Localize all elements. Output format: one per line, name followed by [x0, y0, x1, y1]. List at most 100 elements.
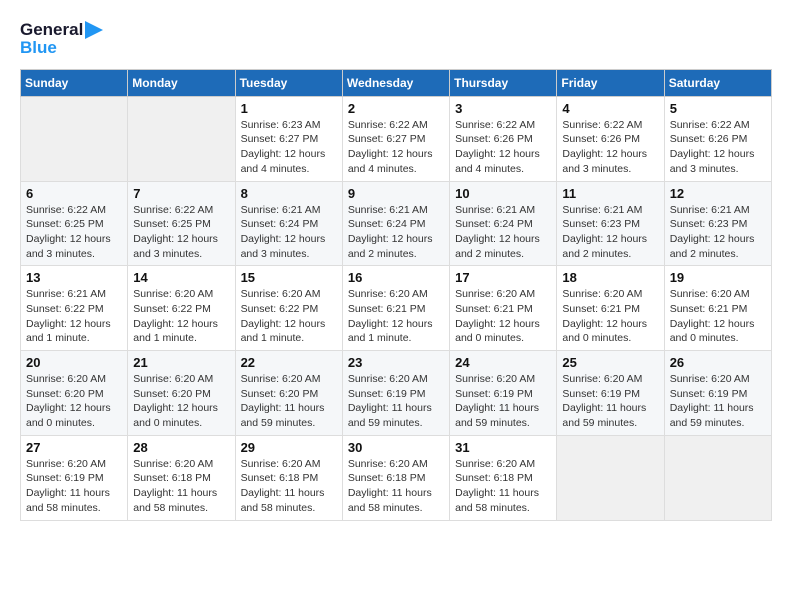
calendar-week-5: 27Sunrise: 6:20 AM Sunset: 6:19 PM Dayli…	[21, 435, 772, 520]
col-header-thursday: Thursday	[450, 69, 557, 96]
calendar-cell: 27Sunrise: 6:20 AM Sunset: 6:19 PM Dayli…	[21, 435, 128, 520]
day-info: Sunrise: 6:20 AM Sunset: 6:22 PM Dayligh…	[133, 287, 229, 346]
day-number: 27	[26, 440, 122, 455]
day-number: 4	[562, 101, 658, 116]
day-number: 19	[670, 270, 766, 285]
calendar-cell: 1 Sunrise: 6:23 AM Sunset: 6:27 PM Daylig…	[235, 96, 342, 181]
day-info: Sunrise: 6:21 AM Sunset: 6:23 PM Dayligh…	[670, 203, 766, 262]
day-number: 6	[26, 186, 122, 201]
calendar-cell: 6Sunrise: 6:22 AM Sunset: 6:25 PM Daylig…	[21, 181, 128, 266]
day-info: Sunrise: 6:20 AM Sunset: 6:19 PM Dayligh…	[670, 372, 766, 431]
day-info: Sunrise: 6:20 AM Sunset: 6:21 PM Dayligh…	[455, 287, 551, 346]
day-info: Sunrise: 6:22 AM Sunset: 6:25 PM Dayligh…	[133, 203, 229, 262]
calendar-cell	[21, 96, 128, 181]
calendar-week-3: 13 Sunrise: 6:21 AM Sunset: 6:22 PM Dayli…	[21, 266, 772, 351]
day-number: 18	[562, 270, 658, 285]
day-number: 11	[562, 186, 658, 201]
day-info: Sunrise: 6:20 AM Sunset: 6:19 PM Dayligh…	[562, 372, 658, 431]
calendar-cell	[664, 435, 771, 520]
day-number: 30	[348, 440, 444, 455]
calendar-cell: 10 Sunrise: 6:21 AM Sunset: 6:24 PM Dayli…	[450, 181, 557, 266]
day-number: 31	[455, 440, 551, 455]
day-number: 22	[241, 355, 337, 370]
calendar-cell: 11 Sunrise: 6:21 AM Sunset: 6:23 PM Dayli…	[557, 181, 664, 266]
col-header-saturday: Saturday	[664, 69, 771, 96]
day-number: 28	[133, 440, 229, 455]
day-info: Sunrise: 6:22 AM Sunset: 6:26 PM Dayligh…	[455, 118, 551, 177]
calendar-cell: 24Sunrise: 6:20 AM Sunset: 6:19 PM Dayli…	[450, 351, 557, 436]
day-info: Sunrise: 6:20 AM Sunset: 6:20 PM Dayligh…	[26, 372, 122, 431]
day-info: Sunrise: 6:21 AM Sunset: 6:23 PM Dayligh…	[562, 203, 658, 262]
day-info: Sunrise: 6:21 AM Sunset: 6:22 PM Dayligh…	[26, 287, 122, 346]
calendar-week-2: 6 Sunrise: 6:22 AM Sunset: 6:25 PM Daylig…	[21, 181, 772, 266]
calendar-cell: 26Sunrise: 6:20 AM Sunset: 6:19 PM Dayli…	[664, 351, 771, 436]
day-number: 9	[348, 186, 444, 201]
day-info: Sunrise: 6:20 AM Sunset: 6:18 PM Dayligh…	[455, 457, 551, 516]
day-info: Sunrise: 6:20 AM Sunset: 6:21 PM Dayligh…	[562, 287, 658, 346]
calendar-cell: 5 Sunrise: 6:22 AM Sunset: 6:26 PM Daylig…	[664, 96, 771, 181]
calendar-cell: 4 Sunrise: 6:22 AM Sunset: 6:26 PM Daylig…	[557, 96, 664, 181]
calendar-cell	[128, 96, 235, 181]
day-info: Sunrise: 6:21 AM Sunset: 6:24 PM Dayligh…	[348, 203, 444, 262]
col-header-tuesday: Tuesday	[235, 69, 342, 96]
day-info: Sunrise: 6:22 AM Sunset: 6:26 PM Dayligh…	[670, 118, 766, 177]
day-number: 8	[241, 186, 337, 201]
calendar-cell: 3 Sunrise: 6:22 AM Sunset: 6:26 PM Daylig…	[450, 96, 557, 181]
day-info: Sunrise: 6:20 AM Sunset: 6:22 PM Dayligh…	[241, 287, 337, 346]
day-number: 25	[562, 355, 658, 370]
calendar-cell: 18 Sunrise: 6:20 AM Sunset: 6:21 PM Dayli…	[557, 266, 664, 351]
calendar-cell: 22 Sunrise: 6:20 AM Sunset: 6:20 PM Dayli…	[235, 351, 342, 436]
calendar-cell: 23Sunrise: 6:20 AM Sunset: 6:19 PM Dayli…	[342, 351, 449, 436]
col-header-monday: Monday	[128, 69, 235, 96]
calendar-cell: 19 Sunrise: 6:20 AM Sunset: 6:21 PM Dayli…	[664, 266, 771, 351]
col-header-wednesday: Wednesday	[342, 69, 449, 96]
day-number: 3	[455, 101, 551, 116]
day-number: 16	[348, 270, 444, 285]
day-number: 7	[133, 186, 229, 201]
logo: General Blue	[20, 20, 103, 59]
logo-general: General	[20, 20, 83, 40]
logo-arrow	[85, 21, 103, 39]
day-info: Sunrise: 6:22 AM Sunset: 6:26 PM Dayligh…	[562, 118, 658, 177]
calendar-cell	[557, 435, 664, 520]
day-number: 14	[133, 270, 229, 285]
day-number: 21	[133, 355, 229, 370]
day-info: Sunrise: 6:20 AM Sunset: 6:20 PM Dayligh…	[241, 372, 337, 431]
day-number: 5	[670, 101, 766, 116]
day-number: 24	[455, 355, 551, 370]
calendar-cell: 20Sunrise: 6:20 AM Sunset: 6:20 PM Dayli…	[21, 351, 128, 436]
day-number: 2	[348, 101, 444, 116]
day-info: Sunrise: 6:20 AM Sunset: 6:18 PM Dayligh…	[133, 457, 229, 516]
day-info: Sunrise: 6:20 AM Sunset: 6:21 PM Dayligh…	[670, 287, 766, 346]
calendar-week-1: 1 Sunrise: 6:23 AM Sunset: 6:27 PM Daylig…	[21, 96, 772, 181]
day-info: Sunrise: 6:21 AM Sunset: 6:24 PM Dayligh…	[455, 203, 551, 262]
calendar-week-4: 20Sunrise: 6:20 AM Sunset: 6:20 PM Dayli…	[21, 351, 772, 436]
day-info: Sunrise: 6:22 AM Sunset: 6:27 PM Dayligh…	[348, 118, 444, 177]
calendar-cell: 30Sunrise: 6:20 AM Sunset: 6:18 PM Dayli…	[342, 435, 449, 520]
day-info: Sunrise: 6:21 AM Sunset: 6:24 PM Dayligh…	[241, 203, 337, 262]
day-number: 10	[455, 186, 551, 201]
day-info: Sunrise: 6:20 AM Sunset: 6:18 PM Dayligh…	[241, 457, 337, 516]
calendar-cell: 16 Sunrise: 6:20 AM Sunset: 6:21 PM Dayli…	[342, 266, 449, 351]
calendar-cell: 13 Sunrise: 6:21 AM Sunset: 6:22 PM Dayli…	[21, 266, 128, 351]
calendar-cell: 8 Sunrise: 6:21 AM Sunset: 6:24 PM Daylig…	[235, 181, 342, 266]
calendar-cell: 14 Sunrise: 6:20 AM Sunset: 6:22 PM Dayli…	[128, 266, 235, 351]
calendar-cell: 7 Sunrise: 6:22 AM Sunset: 6:25 PM Daylig…	[128, 181, 235, 266]
calendar-cell: 15Sunrise: 6:20 AM Sunset: 6:22 PM Dayli…	[235, 266, 342, 351]
day-number: 29	[241, 440, 337, 455]
calendar-cell: 17Sunrise: 6:20 AM Sunset: 6:21 PM Dayli…	[450, 266, 557, 351]
day-info: Sunrise: 6:20 AM Sunset: 6:21 PM Dayligh…	[348, 287, 444, 346]
col-header-sunday: Sunday	[21, 69, 128, 96]
calendar-cell: 21 Sunrise: 6:20 AM Sunset: 6:20 PM Dayli…	[128, 351, 235, 436]
day-info: Sunrise: 6:23 AM Sunset: 6:27 PM Dayligh…	[241, 118, 337, 177]
page-header: General Blue	[20, 20, 772, 59]
calendar-cell: 25 Sunrise: 6:20 AM Sunset: 6:19 PM Dayli…	[557, 351, 664, 436]
calendar-header-row: SundayMondayTuesdayWednesdayThursdayFrid…	[21, 69, 772, 96]
calendar-cell: 28 Sunrise: 6:20 AM Sunset: 6:18 PM Dayli…	[128, 435, 235, 520]
day-info: Sunrise: 6:20 AM Sunset: 6:20 PM Dayligh…	[133, 372, 229, 431]
logo-blue: Blue	[20, 38, 57, 58]
day-number: 1	[241, 101, 337, 116]
col-header-friday: Friday	[557, 69, 664, 96]
day-number: 13	[26, 270, 122, 285]
day-info: Sunrise: 6:20 AM Sunset: 6:19 PM Dayligh…	[348, 372, 444, 431]
